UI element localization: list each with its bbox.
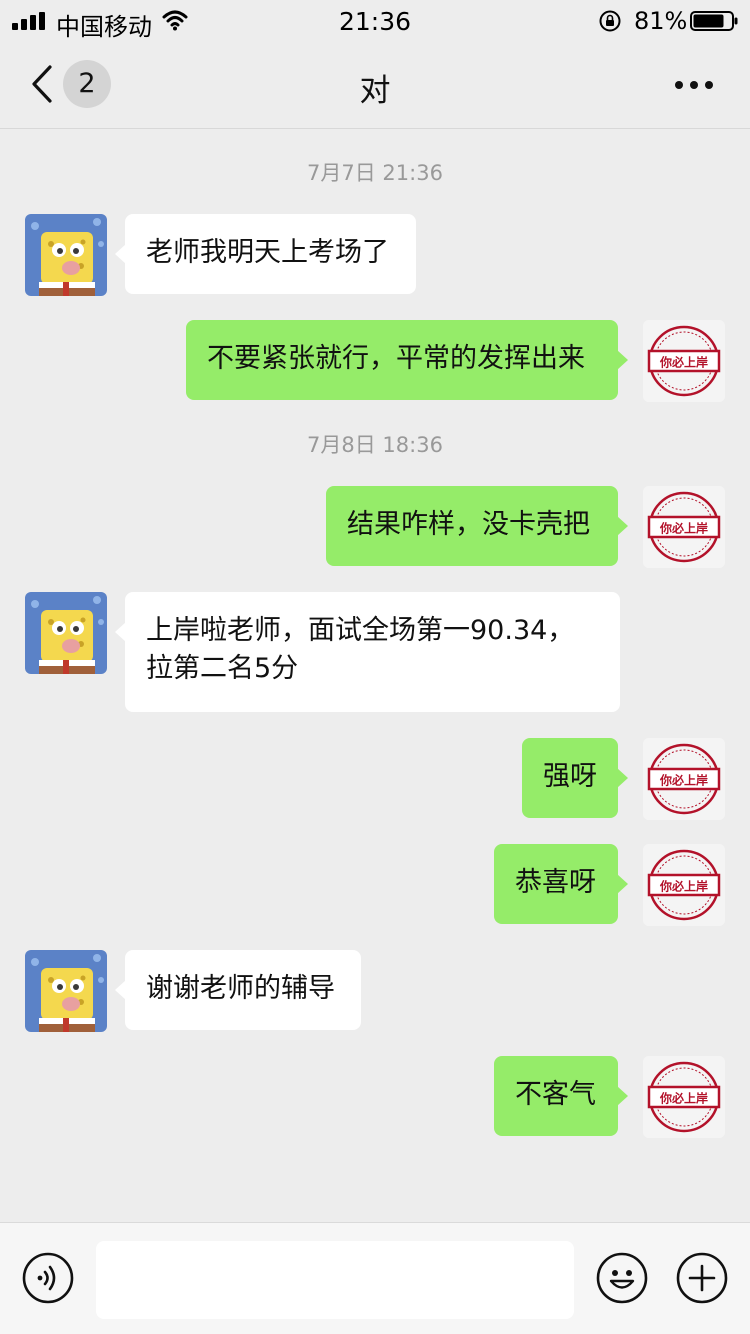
message-text: 结果咋样，没卡壳把	[347, 509, 590, 540]
outgoing-message[interactable]: 结果咋样，没卡壳把	[326, 486, 628, 566]
outgoing-message[interactable]: 不要紧张就行，平常的发挥出来	[186, 320, 628, 400]
svg-text:你必上岸: 你必上岸	[659, 879, 708, 894]
nav-bar: 2 对	[0, 42, 750, 129]
plus-icon[interactable]	[676, 1252, 728, 1304]
message-text: 不要紧张就行，平常的发挥出来	[207, 343, 585, 374]
orientation-lock-icon	[599, 10, 621, 32]
outgoing-message[interactable]: 不客气	[494, 1056, 628, 1136]
status-bar: 中国移动 21:36 81%	[0, 0, 750, 42]
chat-timestamp: 7月8日 18:36	[307, 433, 443, 457]
outgoing-message[interactable]: 恭喜呀	[494, 844, 628, 924]
message-list[interactable]: 7月7日 21:36 老师我明天上考场了 不要紧张就行，平常的发挥出来 你必上岸…	[0, 129, 750, 1221]
contact-avatar[interactable]	[25, 214, 107, 296]
svg-text:你必上岸: 你必上岸	[659, 1091, 708, 1106]
chat-title: 对	[359, 73, 391, 109]
message-text: 老师我明天上考场了	[146, 237, 389, 268]
message-text-line: 上岸啦老师，面试全场第一90.34，	[146, 615, 575, 646]
message-text: 强呀	[543, 761, 597, 792]
incoming-message[interactable]: 上岸啦老师，面试全场第一90.34， 拉第二名5分	[115, 592, 620, 712]
contact-avatar[interactable]	[25, 592, 107, 674]
message-text: 恭喜呀	[515, 867, 596, 898]
incoming-message[interactable]: 老师我明天上考场了	[115, 214, 416, 294]
message-text: 谢谢老师的辅导	[146, 973, 335, 1004]
svg-text:你必上岸: 你必上岸	[659, 521, 708, 536]
input-bar	[0, 1222, 750, 1334]
battery-icon	[690, 11, 738, 31]
own-avatar[interactable]: 你必上岸	[643, 844, 725, 926]
message-text-line: 拉第二名5分	[146, 653, 299, 684]
contact-avatar[interactable]	[25, 950, 107, 1032]
emoji-icon[interactable]	[596, 1252, 648, 1304]
own-avatar[interactable]: 你必上岸	[643, 1056, 725, 1138]
own-avatar[interactable]: 你必上岸	[643, 486, 725, 568]
svg-text:你必上岸: 你必上岸	[659, 355, 708, 370]
battery-percent: 81%	[634, 7, 688, 35]
own-avatar[interactable]: 你必上岸	[643, 738, 725, 820]
chat-screen: 中国移动 21:36 81% 2 对 7月7日 21:36 老师我明天上考场了 …	[0, 0, 750, 1334]
more-icon[interactable]	[674, 80, 714, 90]
incoming-message[interactable]: 谢谢老师的辅导	[115, 950, 361, 1030]
voice-icon[interactable]	[22, 1252, 74, 1304]
own-avatar[interactable]: 你必上岸	[643, 320, 725, 402]
message-input[interactable]	[96, 1241, 574, 1319]
chat-timestamp: 7月7日 21:36	[307, 161, 443, 185]
message-text: 不客气	[515, 1079, 596, 1110]
svg-text:你必上岸: 你必上岸	[659, 773, 708, 788]
outgoing-message[interactable]: 强呀	[522, 738, 628, 818]
